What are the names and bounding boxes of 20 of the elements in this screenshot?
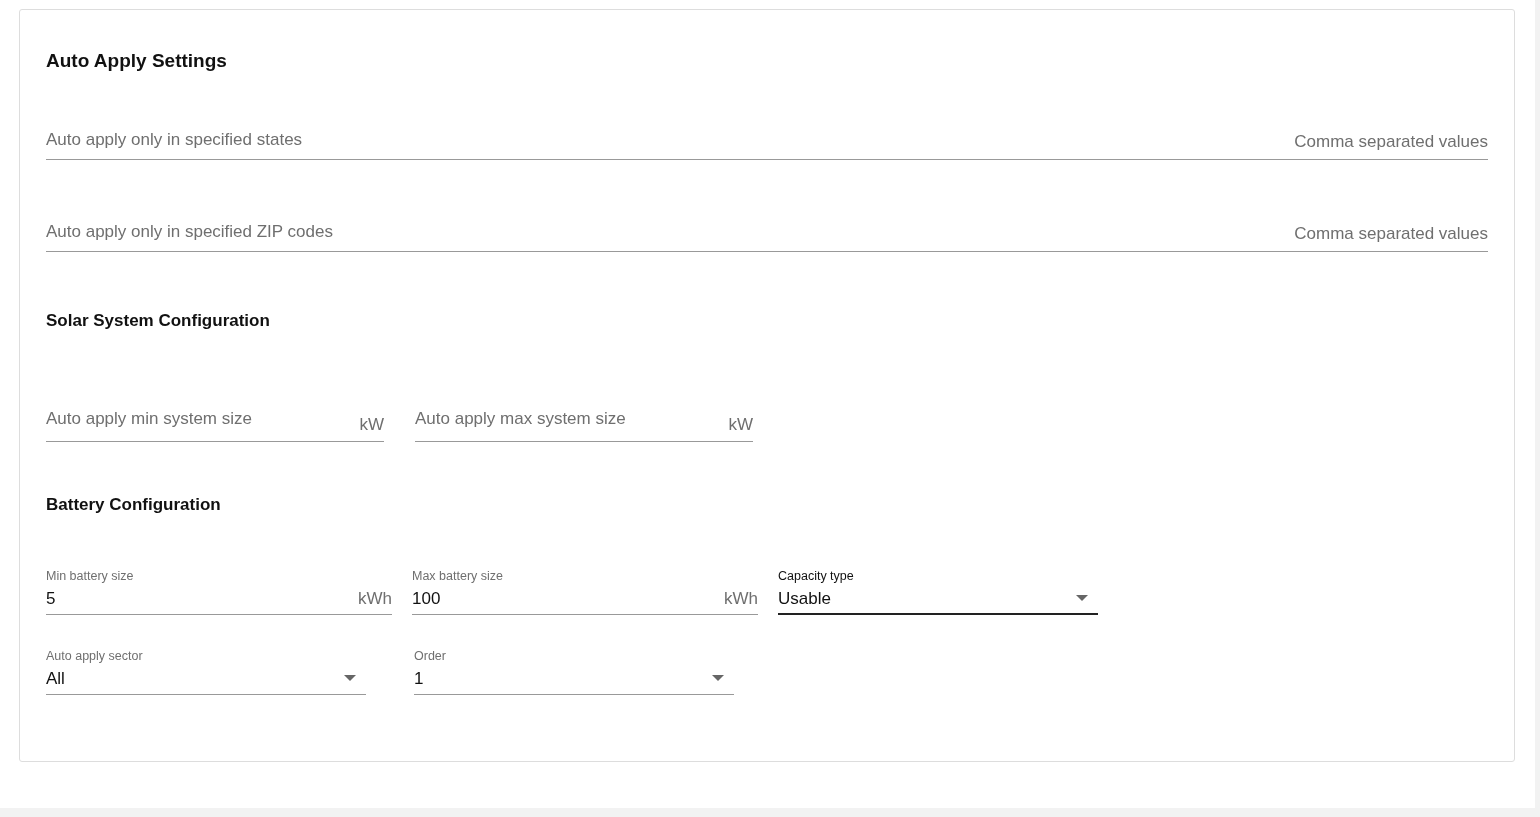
input-field[interactable]: Auto apply min system size kW: [46, 409, 384, 442]
input-field[interactable]: 100 kWh: [412, 583, 758, 615]
caret-icon: [712, 675, 724, 681]
select-field[interactable]: Usable: [778, 583, 1098, 615]
input-field[interactable]: 5 kWh: [46, 583, 392, 615]
caret-icon: [344, 675, 356, 681]
caret-icon: [1076, 595, 1088, 601]
select-field[interactable]: All: [46, 663, 366, 695]
input-field[interactable]: Auto apply only in specified ZIP codes Comma separated values: [46, 222, 1488, 252]
field-label: Order: [414, 649, 447, 663]
select-field[interactable]: 1: [414, 663, 734, 695]
section-title: Battery Configuration: [46, 495, 222, 515]
field-label: Auto apply sector: [46, 649, 144, 663]
input-field[interactable]: Auto apply max system size kW: [415, 409, 753, 442]
field-label: Max battery size: [412, 569, 504, 583]
field-label: Capacity type: [778, 569, 855, 583]
input-field[interactable]: Auto apply only in specified states Comma separated values: [46, 130, 1488, 160]
section-title: Solar System Configuration: [46, 311, 271, 331]
section-title: Auto Apply Settings: [46, 50, 228, 72]
field-label: Min battery size: [46, 569, 135, 583]
